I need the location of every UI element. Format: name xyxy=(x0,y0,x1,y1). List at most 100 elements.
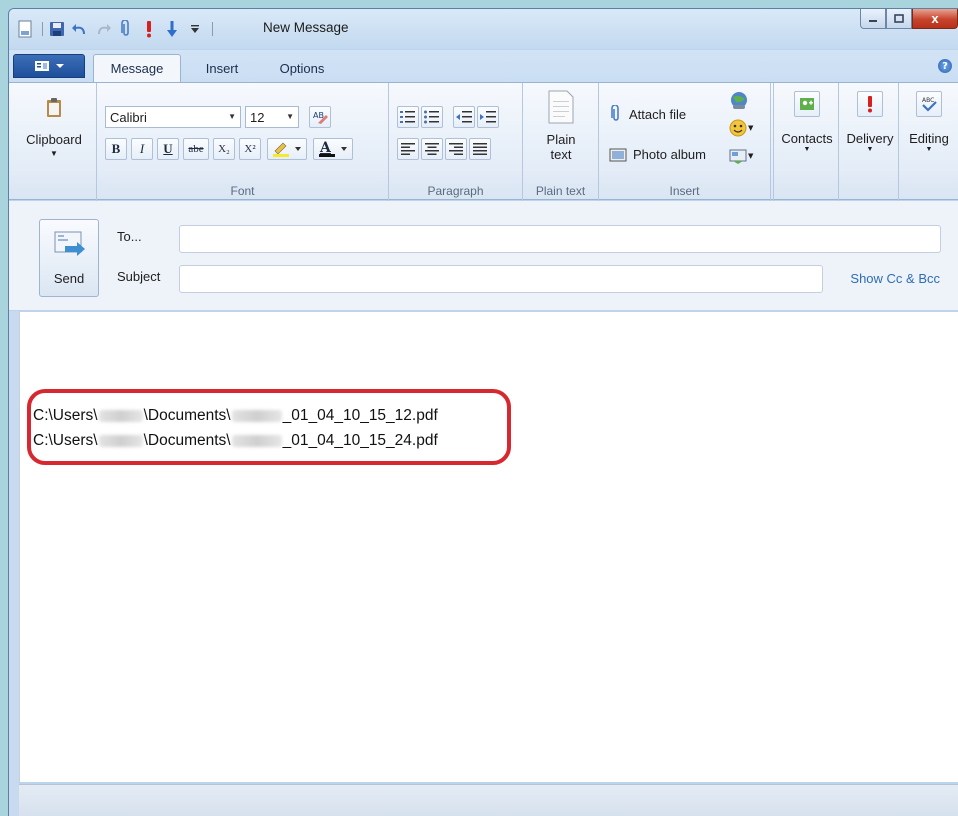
high-priority-icon[interactable] xyxy=(139,19,159,39)
align-center-button[interactable] xyxy=(421,138,443,160)
stationery-icon xyxy=(729,149,747,164)
qat-separator xyxy=(212,22,213,36)
delivery-label: Delivery xyxy=(846,131,894,146)
attachment-path-2: C:\Users\ \Documents\ _01_04_10_15_24.pd… xyxy=(33,432,438,450)
photo-album-button[interactable]: Photo album xyxy=(609,147,706,162)
contacts-button[interactable]: Contacts ▼ xyxy=(776,91,838,171)
paperclip-icon xyxy=(611,105,619,121)
bold-button[interactable]: B xyxy=(105,138,127,160)
chevron-down-icon: ▼ xyxy=(748,152,754,160)
ribbon: Clipboard ▼ Calibri ▼ 12 ▼ AB B I U abe … xyxy=(9,82,958,201)
undo-icon[interactable] xyxy=(70,19,90,39)
attach-file-label: Attach file xyxy=(629,106,687,122)
tab-options[interactable]: Options xyxy=(265,54,339,82)
highlight-button[interactable] xyxy=(267,138,307,160)
send-label: Send xyxy=(53,271,85,286)
new-message-icon[interactable] xyxy=(15,19,35,39)
app-menu-icon xyxy=(35,61,49,71)
plain-text-group-label: Plain text xyxy=(535,184,586,198)
paperclip-icon[interactable] xyxy=(116,19,136,39)
insert-group-label: Insert xyxy=(669,184,700,198)
align-left-button[interactable] xyxy=(397,138,419,160)
font-size-value: 12 xyxy=(250,109,265,125)
stationery-button[interactable]: ▼ xyxy=(729,147,753,165)
font-group: Calibri ▼ 12 ▼ AB B I U abe X₂ X² A Font xyxy=(97,83,389,201)
decrease-indent-button[interactable] xyxy=(453,106,475,128)
editing-group: ABC Editing ▼ xyxy=(901,83,958,201)
chevron-down-icon: ▼ xyxy=(925,146,933,153)
path-middle: \Documents\ xyxy=(143,407,231,424)
font-name-combo[interactable]: Calibri ▼ xyxy=(105,106,241,128)
paragraph-group-label: Paragraph xyxy=(427,184,484,198)
ribbon-tab-row: Message Insert Options ? xyxy=(9,50,958,82)
strikethrough-button[interactable]: abe xyxy=(183,138,209,160)
font-color-button[interactable]: A xyxy=(313,138,353,160)
emoticon-button[interactable]: ▼ xyxy=(729,119,753,137)
path-suffix: _01_04_10_15_12.pdf xyxy=(282,407,438,424)
underline-button[interactable]: U xyxy=(157,138,179,160)
chevron-down-icon: ▼ xyxy=(50,149,58,158)
chevron-down-icon: ▼ xyxy=(866,146,874,153)
editing-button[interactable]: ABC Editing ▼ xyxy=(901,91,957,171)
title-bar: New Message x xyxy=(9,9,958,49)
hyperlink-button[interactable] xyxy=(729,91,749,114)
align-left-icon xyxy=(401,143,415,155)
maximize-button[interactable] xyxy=(886,9,912,29)
increase-indent-icon xyxy=(480,111,496,123)
low-priority-icon[interactable] xyxy=(162,19,182,39)
plain-text-button[interactable]: Plain text xyxy=(529,89,593,171)
clear-formatting-icon: AB xyxy=(313,111,328,124)
svg-text:AB: AB xyxy=(313,111,324,120)
svg-text:ABC: ABC xyxy=(922,97,934,104)
subject-field[interactable] xyxy=(179,265,823,293)
send-button[interactable]: Send xyxy=(39,219,99,297)
save-icon[interactable] xyxy=(47,19,67,39)
photo-album-icon xyxy=(609,148,627,161)
justify-button[interactable] xyxy=(469,138,491,160)
tab-insert[interactable]: Insert xyxy=(191,54,253,82)
tab-message[interactable]: Message xyxy=(93,54,181,82)
align-center-icon xyxy=(425,143,439,155)
font-size-combo[interactable]: 12 ▼ xyxy=(245,106,299,128)
contacts-icon xyxy=(794,91,820,117)
help-icon[interactable]: ? xyxy=(938,59,952,73)
qat-separator xyxy=(42,22,43,36)
align-right-button[interactable] xyxy=(445,138,467,160)
path-prefix: C:\Users\ xyxy=(33,432,98,449)
chevron-down-icon: ▼ xyxy=(803,146,811,153)
highlighter-icon xyxy=(273,142,301,157)
clear-formatting-button[interactable]: AB xyxy=(309,106,331,128)
to-button[interactable]: To... xyxy=(117,229,142,244)
path-prefix: C:\Users\ xyxy=(33,407,98,424)
customize-qat-icon[interactable] xyxy=(185,19,205,39)
redo-icon[interactable] xyxy=(93,19,113,39)
contacts-group: Contacts ▼ xyxy=(773,83,839,201)
to-field[interactable] xyxy=(179,225,941,253)
numbered-list-button[interactable] xyxy=(397,106,419,128)
subscript-button[interactable]: X₂ xyxy=(213,138,235,160)
message-body[interactable]: C:\Users\ \Documents\ _01_04_10_15_12.pd… xyxy=(19,312,958,782)
delivery-group: Delivery ▼ xyxy=(841,83,899,201)
message-header: Send To... Subject Show Cc & Bcc xyxy=(9,201,958,311)
app-menu-button[interactable] xyxy=(13,54,85,78)
clipboard-icon xyxy=(47,98,61,117)
chevron-down-icon xyxy=(56,64,64,68)
bullet-list-button[interactable] xyxy=(421,106,443,128)
spelling-check-icon: ABC xyxy=(916,91,942,117)
clipboard-button[interactable]: Clipboard ▼ xyxy=(19,87,89,177)
superscript-button[interactable]: X² xyxy=(239,138,261,160)
clipboard-group: Clipboard ▼ xyxy=(11,83,97,201)
path-middle: \Documents\ xyxy=(143,432,231,449)
attach-file-button[interactable]: Attach file xyxy=(611,105,686,123)
chevron-down-icon: ▼ xyxy=(228,112,236,121)
subject-label: Subject xyxy=(117,269,161,284)
increase-indent-button[interactable] xyxy=(477,106,499,128)
delivery-button[interactable]: Delivery ▼ xyxy=(841,91,899,171)
italic-button[interactable]: I xyxy=(131,138,153,160)
photo-album-label: Photo album xyxy=(633,147,706,162)
close-button[interactable]: x xyxy=(912,9,958,29)
show-cc-bcc-link[interactable]: Show Cc & Bcc xyxy=(850,271,940,286)
minimize-button[interactable] xyxy=(860,9,886,29)
align-right-icon xyxy=(449,143,463,155)
emoticon-icon xyxy=(729,119,747,137)
